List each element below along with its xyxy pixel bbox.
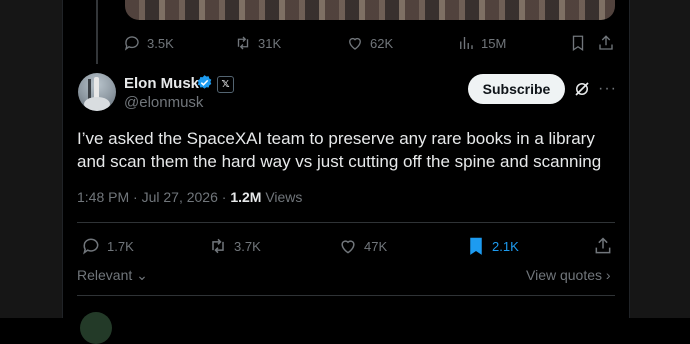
- prev-views-button[interactable]: 15M: [457, 34, 506, 52]
- bookmark-count: 2.1K: [492, 238, 519, 254]
- divider-bottom: [77, 295, 615, 296]
- right-gutter: [628, 0, 690, 318]
- heart-icon: [341, 240, 355, 254]
- view-quotes-link[interactable]: View quotes ›: [526, 267, 611, 283]
- bookmark-button[interactable]: 2.1K: [466, 236, 519, 256]
- like-count: 47K: [364, 238, 388, 254]
- like-button[interactable]: 47K: [338, 236, 387, 256]
- tweet-text: I’ve asked the SpaceXAI team to preserve…: [77, 129, 602, 171]
- views-label: Views: [261, 189, 303, 205]
- reply-avatar[interactable]: [80, 312, 112, 344]
- repost-icon: [237, 36, 249, 50]
- verified-badge-icon[interactable]: [196, 74, 213, 91]
- prev-share-button[interactable]: [597, 34, 615, 52]
- left-gutter: [0, 0, 62, 318]
- views-count: 1.2M: [230, 189, 262, 205]
- prev-like-count: 62K: [370, 35, 394, 51]
- bookmark-icon: [572, 35, 584, 52]
- divider-top: [77, 222, 615, 223]
- reply-icon: [124, 36, 139, 51]
- reply-sort-label: Relevant: [77, 267, 133, 283]
- share-button[interactable]: [593, 236, 613, 256]
- grok-icon[interactable]: [573, 80, 591, 98]
- more-options-icon[interactable]: ···: [598, 80, 617, 98]
- chevron-down-icon: ⌄: [132, 267, 148, 283]
- share-icon: [595, 237, 611, 254]
- bookmark-filled-icon: [470, 237, 482, 255]
- thread-connector-line: [96, 0, 98, 64]
- prev-reply-button[interactable]: 3.5K: [123, 34, 174, 52]
- reply-count: 1.7K: [107, 238, 134, 254]
- x-affiliate-badge[interactable]: 𝕏: [217, 76, 234, 93]
- analytics-icon: [460, 37, 473, 49]
- prev-reply-count: 3.5K: [147, 35, 174, 51]
- chevron-right-icon: ›: [602, 267, 611, 283]
- previous-tweet-media[interactable]: [125, 0, 615, 20]
- prev-bookmark-button[interactable]: [569, 34, 587, 52]
- reply-button[interactable]: 1.7K: [81, 236, 134, 256]
- prev-repost-button[interactable]: 31K: [234, 34, 281, 52]
- reply-icon: [83, 238, 99, 255]
- prev-repost-count: 31K: [258, 35, 282, 51]
- author-handle[interactable]: @elonmusk: [124, 94, 203, 111]
- subscribe-button[interactable]: Subscribe: [468, 74, 565, 104]
- avatar[interactable]: [78, 73, 116, 111]
- share-icon: [599, 35, 613, 50]
- prev-views-count: 15M: [481, 35, 507, 51]
- repost-count: 3.7K: [234, 238, 261, 254]
- prev-like-button[interactable]: 62K: [346, 34, 393, 52]
- repost-icon: [212, 238, 224, 254]
- view-quotes-label: View quotes: [526, 267, 603, 283]
- heart-icon: [349, 37, 361, 50]
- reply-sort-dropdown[interactable]: Relevant ⌄: [77, 267, 148, 284]
- author-name[interactable]: Elon Musk: [124, 75, 199, 92]
- tweet-meta: 1:48 PM · Jul 27, 2026 · 1.2M Views: [77, 189, 302, 205]
- repost-button[interactable]: 3.7K: [208, 236, 261, 256]
- tweet-timestamp[interactable]: 1:48 PM · Jul 27, 2026 ·: [77, 189, 230, 205]
